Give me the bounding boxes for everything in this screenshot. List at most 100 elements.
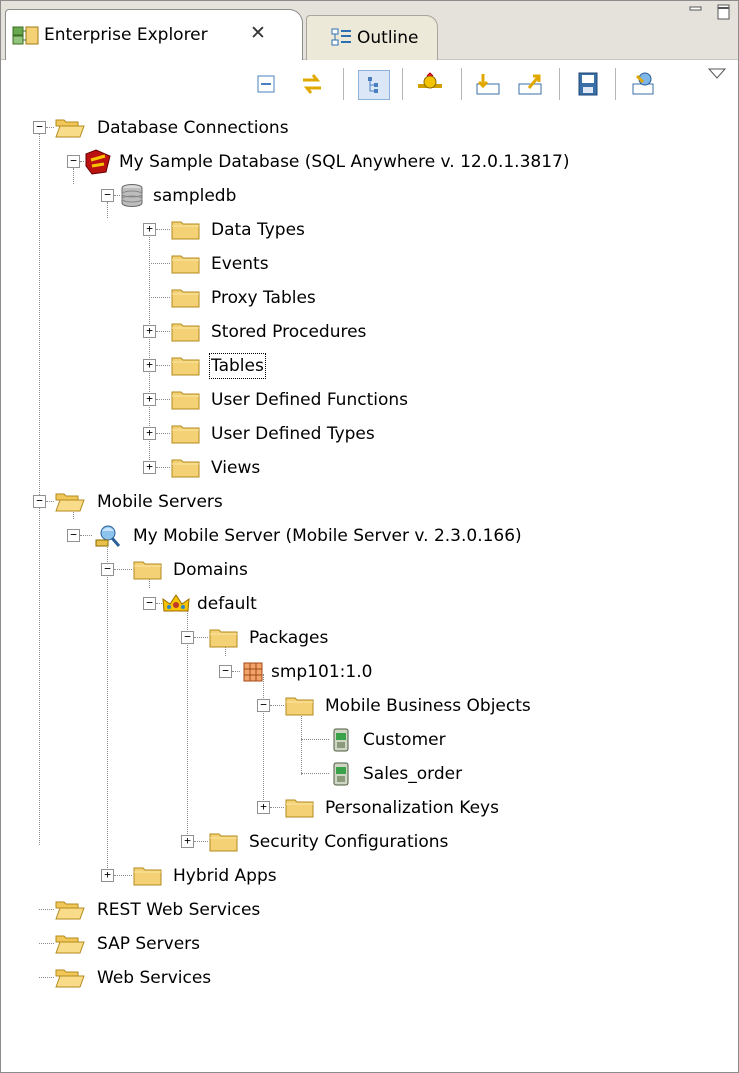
- connect-icon[interactable]: [415, 70, 445, 98]
- folder-open-icon: [55, 490, 85, 519]
- link-with-editor-icon[interactable]: [297, 70, 327, 98]
- close-icon[interactable]: ✕: [250, 22, 266, 44]
- tree-node-customer[interactable]: Customer: [1, 724, 738, 757]
- expand-toggle[interactable]: +: [143, 393, 156, 406]
- tree-node-label: Proxy Tables: [211, 288, 316, 308]
- tree-node-label: SAP Servers: [97, 934, 200, 954]
- tree-node-security-configurations[interactable]: + Security Configurations: [1, 826, 738, 859]
- maximize-icon[interactable]: [716, 3, 732, 26]
- tree-node-label: Packages: [249, 628, 329, 648]
- folder-icon: [171, 457, 201, 484]
- domain-crown-icon: [161, 591, 191, 620]
- folder-icon: [171, 423, 201, 450]
- tab-enterprise-explorer-label: Enterprise Explorer: [44, 25, 208, 45]
- tree-node-stored-procedures[interactable]: + Stored Procedures: [1, 316, 738, 349]
- package-icon: [241, 660, 265, 689]
- collapse-toggle[interactable]: −: [101, 189, 114, 202]
- tree-node-tables[interactable]: + Tables: [1, 350, 738, 383]
- folder-icon: [285, 695, 315, 722]
- tree-node-sap-servers[interactable]: SAP Servers: [1, 928, 738, 961]
- collapse-toggle[interactable]: −: [101, 563, 114, 576]
- tree-node-hybrid-apps[interactable]: + Hybrid Apps: [1, 860, 738, 893]
- deploy-icon[interactable]: [629, 70, 659, 98]
- tree-node-label: Customer: [363, 730, 446, 750]
- mobile-business-object-icon: [331, 761, 351, 792]
- folder-open-icon: [55, 966, 85, 995]
- expand-toggle[interactable]: +: [143, 461, 156, 474]
- collapse-toggle[interactable]: −: [257, 699, 270, 712]
- tree-node-label: Data Types: [211, 220, 305, 240]
- tree-node-sales-order[interactable]: Sales_order: [1, 758, 738, 791]
- view-tab-bar: Enterprise Explorer ✕ Outline: [1, 1, 738, 60]
- expand-toggle[interactable]: +: [143, 427, 156, 440]
- folder-icon: [133, 865, 163, 892]
- outline-icon: [331, 27, 353, 49]
- view-toolbar: [1, 60, 738, 108]
- tree-node-personalization-keys[interactable]: + Personalization Keys: [1, 792, 738, 825]
- tree-node-rest-web-services[interactable]: REST Web Services: [1, 894, 738, 927]
- tree-node-user-defined-functions[interactable]: + User Defined Functions: [1, 384, 738, 417]
- tree-node-packages[interactable]: − Packages: [1, 622, 738, 655]
- show-tree-icon[interactable]: [358, 70, 390, 100]
- database-icon: [119, 183, 145, 214]
- view-menu-icon[interactable]: [705, 66, 729, 94]
- tree-node-database-connections[interactable]: − Database Connections: [1, 112, 738, 145]
- tree-node-mobile-business-objects[interactable]: − Mobile Business Objects: [1, 690, 738, 723]
- import-icon[interactable]: [473, 70, 503, 98]
- collapse-toggle[interactable]: −: [67, 529, 80, 542]
- tree-node-views[interactable]: + Views: [1, 452, 738, 485]
- folder-open-icon: [55, 116, 85, 145]
- tab-outline[interactable]: Outline: [306, 15, 438, 60]
- tree-node-label: User Defined Functions: [211, 390, 409, 410]
- collapse-toggle[interactable]: −: [181, 631, 194, 644]
- tree-node-label: My Sample Database (SQL Anywhere v. 12.0…: [119, 152, 570, 172]
- tree-node-data-types[interactable]: + Data Types: [1, 214, 738, 247]
- tree-node-sampledb[interactable]: − sampledb: [1, 180, 738, 213]
- tree-node-smp101[interactable]: − smp101:1.0: [1, 656, 738, 689]
- tree-node-user-defined-types[interactable]: + User Defined Types: [1, 418, 738, 451]
- enterprise-explorer-icon: [12, 24, 40, 46]
- folder-icon: [171, 355, 201, 382]
- tree-node-domains[interactable]: − Domains: [1, 554, 738, 587]
- expand-toggle[interactable]: +: [143, 325, 156, 338]
- collapse-toggle[interactable]: −: [67, 155, 80, 168]
- tree-node-label: Hybrid Apps: [173, 866, 277, 886]
- tree-node-label: Security Configurations: [249, 832, 449, 852]
- tree-node-default[interactable]: − default: [1, 588, 738, 621]
- collapse-toggle[interactable]: −: [143, 597, 156, 610]
- save-icon[interactable]: [573, 70, 603, 98]
- tree-node-label: Mobile Business Objects: [325, 696, 531, 716]
- tree-node-my-mobile-server[interactable]: − My Mobile Server (Mobile Server v. 2.3…: [1, 520, 738, 553]
- tree-node-label: Views: [211, 458, 261, 478]
- expand-toggle[interactable]: +: [143, 223, 156, 236]
- tree-node-label: My Mobile Server (Mobile Server v. 2.3.0…: [133, 526, 522, 546]
- collapse-toggle[interactable]: −: [33, 121, 46, 134]
- collapse-all-icon[interactable]: [251, 70, 281, 98]
- tree-node-label: smp101:1.0: [271, 662, 373, 682]
- tree-node-events[interactable]: Events: [1, 248, 738, 281]
- minimize-icon[interactable]: [688, 3, 704, 26]
- expand-toggle[interactable]: +: [143, 359, 156, 372]
- tree-node-my-sample-database[interactable]: − My Sample Database (SQL Anywhere v. 12…: [1, 146, 738, 179]
- tree-node-label: Mobile Servers: [97, 492, 223, 512]
- folder-icon: [209, 627, 239, 654]
- folder-open-icon: [55, 932, 85, 961]
- tree-node-proxy-tables[interactable]: Proxy Tables: [1, 282, 738, 315]
- tree-node-label: Personalization Keys: [325, 798, 499, 818]
- collapse-toggle[interactable]: −: [219, 665, 232, 678]
- tree-node-label: Web Services: [97, 968, 212, 988]
- folder-open-icon: [55, 898, 85, 927]
- tree-node-mobile-servers[interactable]: − Mobile Servers: [1, 486, 738, 519]
- export-icon[interactable]: [515, 70, 545, 98]
- expand-toggle[interactable]: +: [181, 835, 194, 848]
- tree-node-web-services[interactable]: Web Services: [1, 962, 738, 995]
- mobile-server-icon: [93, 523, 123, 554]
- folder-icon: [171, 389, 201, 416]
- expand-toggle[interactable]: +: [101, 869, 114, 882]
- collapse-toggle[interactable]: −: [33, 495, 46, 508]
- tab-enterprise-explorer[interactable]: Enterprise Explorer ✕: [5, 9, 303, 60]
- folder-icon: [171, 287, 201, 314]
- tree-node-label: User Defined Types: [211, 424, 375, 444]
- expand-toggle[interactable]: +: [257, 801, 270, 814]
- tree-node-label: sampledb: [153, 186, 237, 206]
